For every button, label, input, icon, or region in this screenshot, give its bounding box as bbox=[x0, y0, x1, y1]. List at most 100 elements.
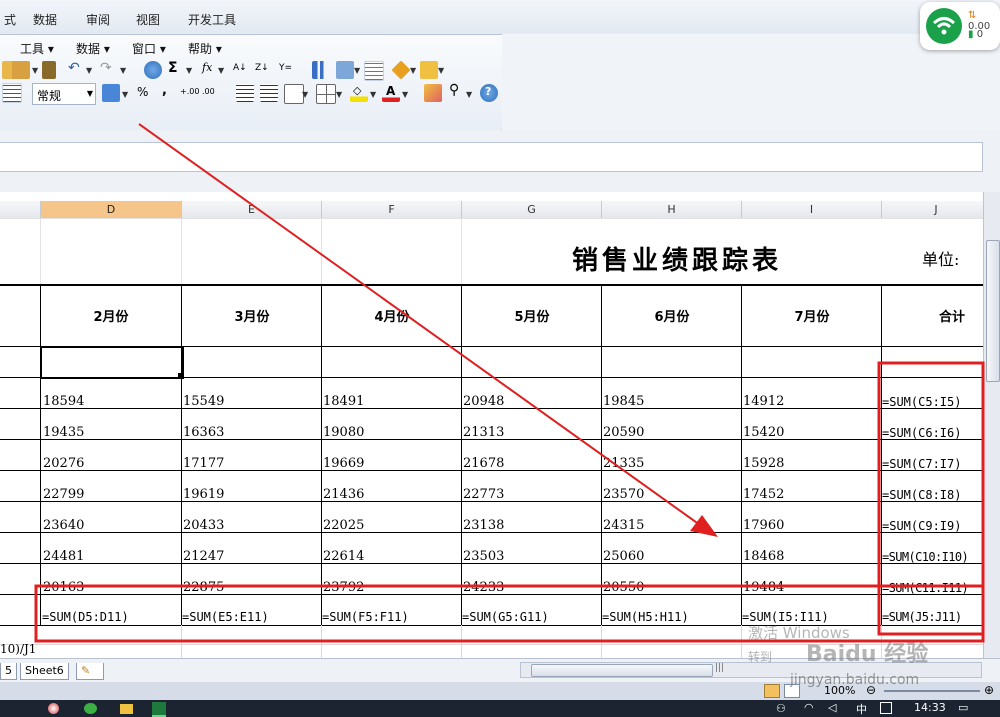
header-total[interactable]: 合计 bbox=[882, 306, 983, 325]
chevron-down-icon[interactable]: ▼ bbox=[218, 66, 224, 75]
data-cell[interactable]: 19080 bbox=[323, 425, 364, 440]
data-cell[interactable]: 16363 bbox=[183, 425, 224, 440]
header-may[interactable]: 5月份 bbox=[462, 306, 602, 325]
font-color-icon[interactable]: A bbox=[382, 84, 400, 102]
active-cell[interactable] bbox=[40, 346, 184, 379]
wechat-icon[interactable] bbox=[84, 703, 97, 714]
total-formula-cell[interactable]: =SUM(D5:D11) bbox=[42, 610, 129, 624]
header-jul[interactable]: 7月份 bbox=[742, 306, 882, 325]
data-cell[interactable]: 22025 bbox=[323, 518, 364, 533]
network-icon[interactable]: ◠ bbox=[804, 701, 814, 714]
menu-window[interactable]: 窗口 ▾ bbox=[132, 40, 166, 57]
formula-cell[interactable]: =SUM(C8:I8) bbox=[882, 488, 961, 502]
redo-icon[interactable]: ↷ bbox=[98, 60, 116, 79]
zoom-slider[interactable] bbox=[884, 690, 980, 692]
styles-icon[interactable] bbox=[424, 84, 442, 102]
data-cell[interactable]: 20948 bbox=[463, 394, 504, 409]
chevron-down-icon[interactable]: ▼ bbox=[120, 66, 126, 75]
data-cell[interactable]: 21335 bbox=[603, 456, 644, 471]
total-formula-cell[interactable]: =SUM(J5:J11) bbox=[882, 610, 962, 624]
total-formula-cell[interactable]: =SUM(F5:F11) bbox=[322, 610, 409, 624]
data-cell[interactable]: 19845 bbox=[603, 394, 644, 409]
table-grid-icon[interactable] bbox=[364, 61, 384, 81]
autosum-icon[interactable]: Σ bbox=[168, 60, 186, 78]
drawing-icon[interactable] bbox=[391, 60, 411, 80]
column-header-e[interactable]: E bbox=[182, 201, 322, 218]
header-feb[interactable]: 2月份 bbox=[41, 306, 181, 325]
column-header-j[interactable]: J bbox=[882, 201, 991, 218]
spreadsheet-app-icon[interactable] bbox=[152, 702, 166, 717]
undo-icon[interactable]: ↶ bbox=[66, 60, 84, 79]
formula-cell[interactable]: =SUM(C11:I11) bbox=[882, 581, 969, 595]
percent-format-icon[interactable]: % bbox=[137, 85, 155, 103]
data-cell[interactable]: 15928 bbox=[743, 456, 784, 471]
data-cell[interactable]: 24315 bbox=[603, 518, 644, 533]
chevron-down-icon[interactable]: ▼ bbox=[466, 90, 472, 99]
data-cell[interactable]: 23503 bbox=[463, 549, 504, 564]
ime-indicator[interactable]: 中 bbox=[856, 701, 867, 717]
data-cell[interactable]: 22614 bbox=[323, 549, 364, 564]
data-cell[interactable]: 20276 bbox=[43, 456, 84, 471]
notification-icon[interactable]: ▭ bbox=[958, 701, 968, 714]
sheet-tab-sheet6[interactable]: Sheet6 bbox=[20, 663, 69, 680]
data-cell[interactable]: 21678 bbox=[463, 456, 504, 471]
data-cell[interactable]: 18594 bbox=[43, 394, 84, 409]
network-speed-widget[interactable]: ⇅ 0.00 ▮ 0 bbox=[920, 2, 1000, 50]
horizontal-scroll-thumb[interactable] bbox=[531, 664, 713, 677]
data-cell[interactable]: 19484 bbox=[743, 580, 784, 595]
clock-time[interactable]: 14:33 bbox=[914, 701, 946, 714]
header-mar[interactable]: 3月份 bbox=[182, 306, 322, 325]
data-cell[interactable]: 17960 bbox=[743, 518, 784, 533]
chevron-down-icon[interactable]: ▼ bbox=[86, 66, 92, 75]
chevron-down-icon[interactable]: ▼ bbox=[438, 66, 444, 75]
ribbon-tab-formula[interactable]: 式 bbox=[4, 11, 16, 28]
increase-decimal-icon[interactable]: +.00 bbox=[180, 84, 199, 102]
menu-tools[interactable]: 工具 ▾ bbox=[20, 40, 54, 57]
data-cell[interactable]: 20433 bbox=[183, 518, 224, 533]
decrease-indent-icon[interactable] bbox=[236, 84, 254, 102]
formula-cell[interactable]: =SUM(C6:I6) bbox=[882, 426, 961, 440]
currency-format-icon[interactable] bbox=[102, 84, 120, 102]
number-format-select[interactable]: 常规 ▼ bbox=[32, 83, 96, 105]
file-explorer-icon[interactable] bbox=[120, 704, 133, 714]
total-formula-cell[interactable]: =SUM(E5:E11) bbox=[182, 610, 269, 624]
chevron-down-icon[interactable]: ▼ bbox=[122, 90, 128, 99]
menu-help[interactable]: 帮助 ▾ bbox=[188, 40, 222, 57]
fill-color-icon[interactable]: ◇ bbox=[350, 84, 368, 102]
zoom-magnifier-icon[interactable]: ⚲ bbox=[448, 82, 466, 102]
data-cell[interactable]: 20550 bbox=[603, 580, 644, 595]
column-header-g[interactable]: G bbox=[462, 201, 602, 218]
sort-ascending-icon[interactable]: A↓ bbox=[232, 61, 250, 79]
browser-icon[interactable] bbox=[48, 703, 59, 714]
clipboard-icon[interactable] bbox=[12, 61, 30, 79]
data-cell[interactable]: 19435 bbox=[43, 425, 84, 440]
data-cell[interactable]: 21313 bbox=[463, 425, 504, 440]
shapes-icon[interactable] bbox=[336, 61, 354, 79]
comma-style-icon[interactable]: , bbox=[162, 83, 180, 101]
increase-indent-icon[interactable] bbox=[260, 84, 278, 102]
new-sheet-icon[interactable]: ✎ bbox=[76, 663, 104, 680]
data-cell[interactable]: 15420 bbox=[743, 425, 784, 440]
data-cell[interactable]: 23570 bbox=[603, 487, 644, 502]
chevron-down-icon[interactable]: ▼ bbox=[410, 66, 416, 75]
header-jun[interactable]: 6月份 bbox=[602, 306, 742, 325]
chart-icon[interactable] bbox=[312, 61, 330, 79]
data-cell[interactable]: 20163 bbox=[43, 580, 84, 595]
vertical-scrollbar[interactable] bbox=[983, 192, 1000, 658]
chevron-down-icon[interactable]: ▼ bbox=[32, 66, 38, 75]
hyperlink-globe-icon[interactable] bbox=[144, 61, 162, 79]
formula-cell[interactable]: =SUM(C5:I5) bbox=[882, 395, 961, 409]
data-cell[interactable]: 24481 bbox=[43, 549, 84, 564]
ribbon-tab-view[interactable]: 视图 bbox=[136, 11, 160, 28]
ribbon-tab-developer[interactable]: 开发工具 bbox=[188, 11, 236, 28]
data-cell[interactable]: 23138 bbox=[463, 518, 504, 533]
chevron-down-icon[interactable]: ▼ bbox=[302, 90, 308, 99]
column-header-c[interactable] bbox=[0, 201, 41, 218]
partial-formula-text[interactable]: 10)/J1 bbox=[0, 642, 36, 656]
data-cell[interactable]: 23792 bbox=[323, 580, 364, 595]
ribbon-tab-data[interactable]: 数据 bbox=[33, 11, 57, 28]
chevron-down-icon[interactable]: ▼ bbox=[87, 89, 93, 98]
chevron-down-icon[interactable]: ▼ bbox=[402, 90, 408, 99]
total-formula-cell[interactable]: =SUM(H5:H11) bbox=[602, 610, 689, 624]
data-cell[interactable]: 15549 bbox=[183, 394, 224, 409]
